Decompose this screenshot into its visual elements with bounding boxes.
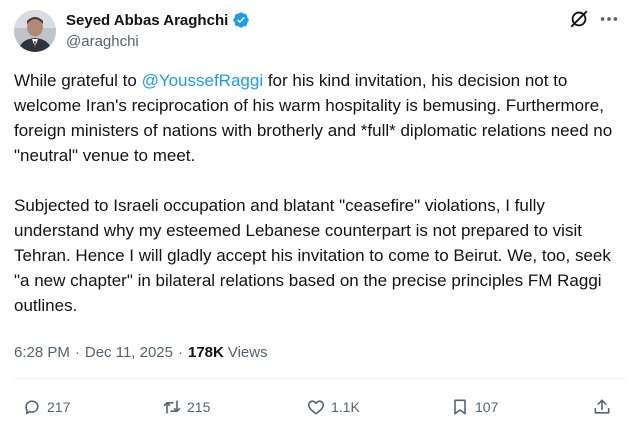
reply-icon: [25, 400, 39, 415]
repost-icon: [163, 400, 181, 414]
meta-separator: ·: [74, 344, 80, 361]
reply-count: 217: [47, 399, 71, 415]
tweet-meta: 6:28 PM · Dec 11, 2025 · 178K Views: [14, 344, 268, 361]
bookmark-count: 107: [475, 399, 499, 415]
meta-separator: ·: [178, 344, 183, 361]
heart-icon: [308, 400, 324, 415]
views-count: 178K: [188, 344, 224, 361]
mention-link[interactable]: @YoussefRaggi: [142, 71, 264, 90]
like-count: 1.1K: [331, 399, 360, 415]
share-icon: [594, 399, 610, 414]
like-button[interactable]: 1.1K: [306, 396, 360, 418]
tweet-card: Seyed Abbas Araghchi @araghchi While gra…: [0, 0, 640, 429]
repost-button[interactable]: 215: [162, 396, 210, 418]
bookmark-icon: [454, 399, 466, 415]
avatar-image: [14, 10, 56, 52]
author-handle[interactable]: @araghchi: [66, 33, 139, 50]
bookmark-button[interactable]: 107: [450, 396, 498, 418]
more-options-icon[interactable]: [598, 8, 620, 30]
divider: [14, 378, 626, 379]
tweet-paragraph-1: While grateful to @YoussefRaggi for his …: [14, 68, 626, 168]
tweet-date[interactable]: Dec 11, 2025: [85, 344, 173, 361]
repost-count: 215: [187, 399, 211, 415]
tweet-paragraph-2: Subjected to Israeli occupation and blat…: [14, 196, 611, 315]
reply-button[interactable]: 217: [22, 396, 70, 418]
paragraph-1-lead: While grateful to: [14, 71, 142, 90]
tweet-time[interactable]: 6:28 PM: [14, 344, 70, 361]
views-label: Views: [227, 344, 268, 361]
share-button[interactable]: [592, 396, 612, 418]
avatar[interactable]: [14, 10, 56, 52]
author-name-row: Seyed Abbas Araghchi: [66, 10, 250, 30]
verified-badge-icon: [232, 11, 250, 29]
author-display-name[interactable]: Seyed Abbas Araghchi: [66, 12, 228, 29]
grok-icon[interactable]: [568, 8, 590, 30]
tweet-text: While grateful to @YoussefRaggi for his …: [14, 68, 626, 318]
